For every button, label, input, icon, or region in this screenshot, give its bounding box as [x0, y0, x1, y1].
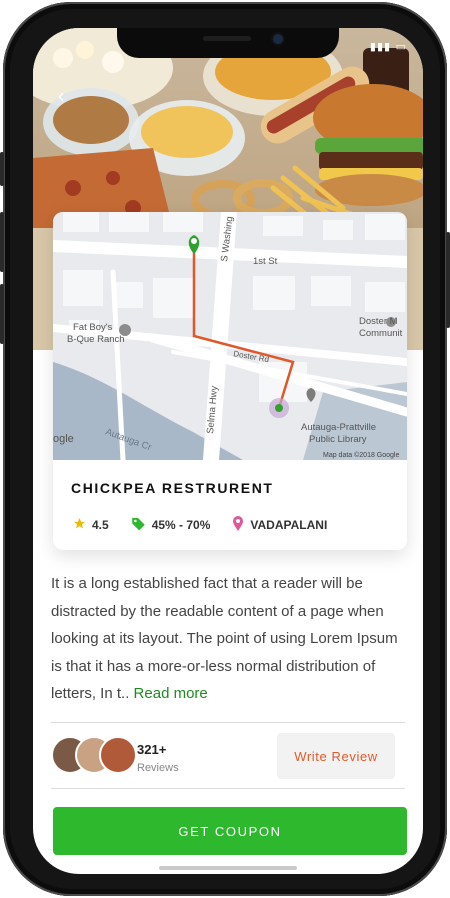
- map-poi-doster-2: Communit: [359, 328, 403, 339]
- read-more-link[interactable]: Read more: [134, 685, 208, 702]
- map-poi-doster-1: Doster M: [359, 316, 398, 327]
- map-poi-library-2: Public Library: [309, 434, 367, 445]
- location-pin-icon: [232, 516, 244, 534]
- star-icon: [73, 517, 86, 533]
- restaurant-meta: 4.5 45% - 70% VADAPALANI: [73, 516, 349, 534]
- write-review-button[interactable]: Write Review: [277, 733, 395, 779]
- rating-value: 4.5: [92, 518, 109, 532]
- get-coupon-button[interactable]: GET COUPON: [53, 807, 407, 855]
- front-camera: [273, 34, 283, 44]
- speaker-grille: [203, 36, 251, 41]
- signal-icon: ▮▮▮: [369, 40, 392, 53]
- divider: [51, 722, 405, 723]
- map-google-fragment: ogle: [53, 433, 74, 445]
- discount-value: 45% - 70%: [151, 518, 211, 532]
- review-count: 321+: [137, 742, 167, 757]
- volume-up-button: [0, 212, 4, 272]
- rating: 4.5: [73, 517, 109, 533]
- tag-icon: [131, 516, 146, 534]
- app-screen: ▮▮▮ ▭ ‹ S Washing 1st St Doster Rd Selma…: [33, 28, 423, 874]
- home-indicator: [159, 866, 297, 870]
- notch: [117, 28, 339, 58]
- restaurant-card: S Washing 1st St Doster Rd Selma Hwy Aut…: [53, 212, 407, 550]
- location: VADAPALANI: [232, 516, 327, 534]
- location-value: VADAPALANI: [250, 518, 328, 532]
- map-street-1st: 1st St: [253, 256, 278, 267]
- map-poi-fatboys-2: B-Que Ranch: [67, 334, 125, 345]
- map-attribution: Map data ©2018 Google: [323, 451, 399, 459]
- map-view[interactable]: S Washing 1st St Doster Rd Selma Hwy Aut…: [53, 212, 407, 468]
- description-text: It is a long established fact that a rea…: [51, 575, 398, 702]
- status-icons: ▮▮▮ ▭: [370, 40, 407, 53]
- power-button: [446, 232, 450, 328]
- divider: [51, 788, 405, 789]
- map-poi-library-1: Autauga-Prattville: [301, 422, 376, 433]
- reviews-label: Reviews: [137, 762, 179, 774]
- battery-icon: ▭: [395, 40, 407, 53]
- map-poi-fatboys-1: Fat Boy's: [73, 322, 113, 333]
- avatar: [99, 736, 137, 774]
- volume-down-button: [0, 284, 4, 344]
- phone-frame: ▮▮▮ ▭ ‹ S Washing 1st St Doster Rd Selma…: [0, 2, 450, 896]
- discount: 45% - 70%: [131, 516, 211, 534]
- reviewer-avatars: [51, 736, 137, 774]
- restaurant-name: CHICKPEA RESTRURENT: [71, 480, 274, 496]
- description: It is a long established fact that a rea…: [51, 570, 409, 708]
- mute-switch: [0, 152, 4, 186]
- back-arrow-icon[interactable]: ‹: [57, 84, 65, 108]
